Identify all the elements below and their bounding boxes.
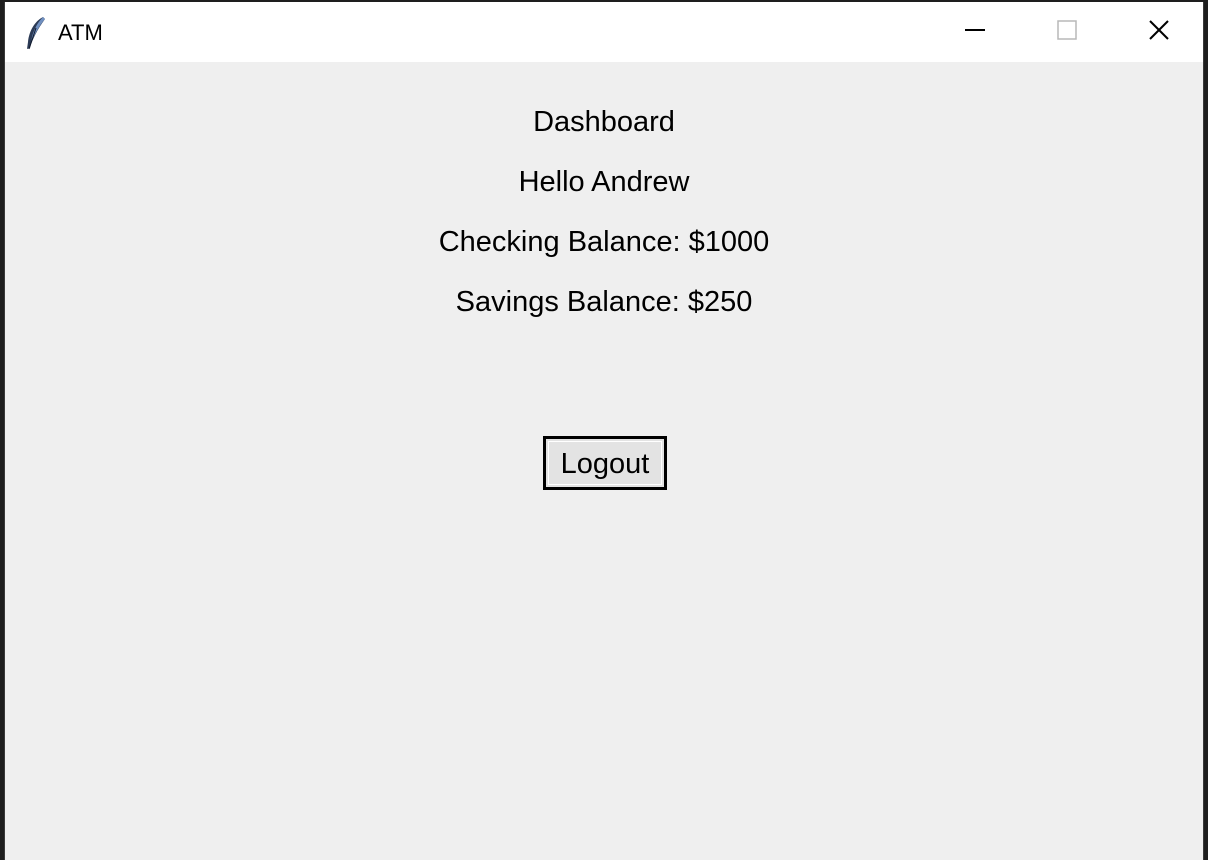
dashboard-content: Dashboard Hello Andrew Checking Balance:… xyxy=(5,62,1203,860)
title-bar[interactable]: ATM xyxy=(5,2,1203,62)
checking-balance: Checking Balance: $1000 xyxy=(438,226,770,258)
atm-window: ATM Dashboard Hello Andrew Checking Bala… xyxy=(4,2,1204,860)
maximize-button[interactable] xyxy=(1021,2,1113,62)
logout-label: Logout xyxy=(548,441,662,485)
savings-balance: Savings Balance: $250 xyxy=(455,286,753,318)
dashboard-heading: Dashboard xyxy=(533,106,675,138)
minimize-button[interactable] xyxy=(929,2,1021,62)
close-button[interactable] xyxy=(1113,2,1205,62)
feather-icon xyxy=(25,16,47,50)
close-icon xyxy=(1147,18,1171,47)
minimize-icon xyxy=(963,18,987,47)
logout-button[interactable]: Logout xyxy=(543,436,667,490)
greeting-text: Hello Andrew xyxy=(518,166,690,198)
window-title: ATM xyxy=(58,20,103,45)
maximize-icon xyxy=(1055,18,1079,47)
